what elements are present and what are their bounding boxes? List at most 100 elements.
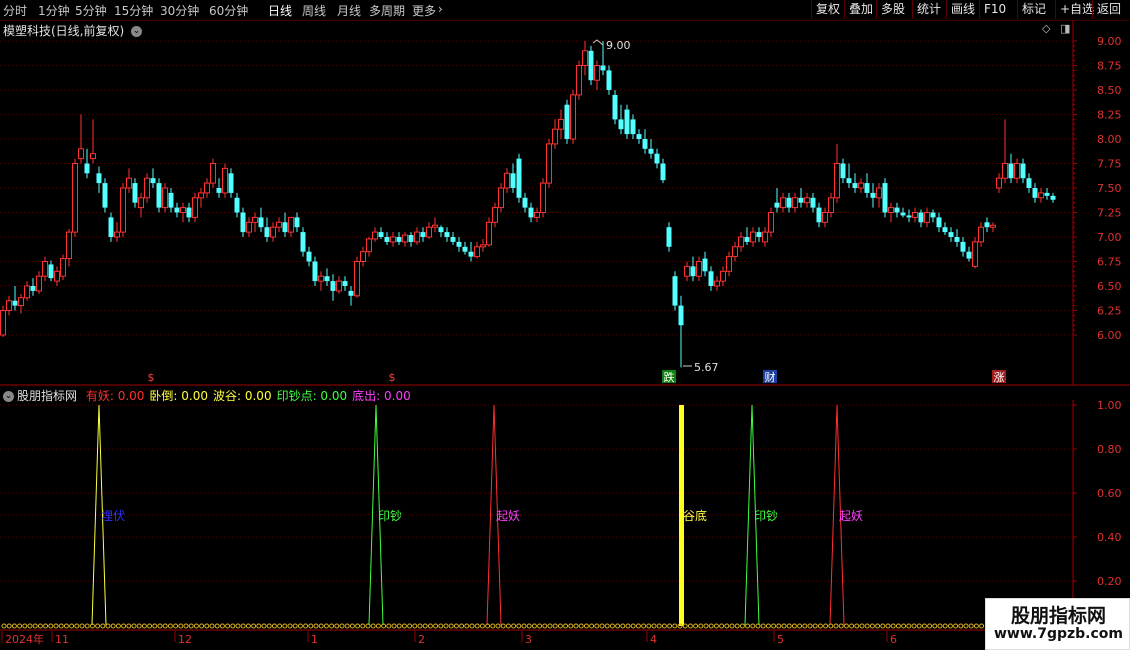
- main-tick-label-4: 8.00: [1097, 133, 1122, 146]
- baseline-dot: [381, 623, 387, 629]
- baseline-dot: [183, 623, 189, 629]
- candle-body-down: [528, 207, 534, 218]
- stock-title: 模塑科技(日线,前复权): [3, 24, 125, 38]
- baseline-dot: [781, 623, 787, 629]
- candle-body-up: [90, 153, 96, 160]
- baseline-dot: [277, 623, 283, 629]
- title-dropdown-icon[interactable]: ⌄: [131, 26, 143, 37]
- main-tick-label-9: 6.75: [1097, 256, 1122, 269]
- candle-body-up: [888, 207, 894, 214]
- candle-body-down: [420, 232, 426, 237]
- candle-body-up: [60, 258, 66, 277]
- baseline-dot: [807, 623, 813, 629]
- baseline-dot: [942, 623, 948, 629]
- panel-toggle-icon[interactable]: ◨: [1060, 22, 1070, 35]
- candle-body-up: [1038, 192, 1044, 199]
- baseline-dot: [459, 623, 465, 629]
- candle-body-up: [432, 224, 438, 228]
- baseline-dot: [521, 623, 527, 629]
- candle-body-up: [492, 207, 498, 223]
- candle-body-down: [840, 163, 846, 179]
- candle-body-down: [636, 134, 642, 139]
- baseline-dot: [968, 623, 974, 629]
- baseline-dot: [895, 623, 901, 629]
- diamond-icon[interactable]: ◇: [1042, 22, 1050, 35]
- candle-body-down: [786, 197, 792, 208]
- candle-body-down: [108, 217, 114, 237]
- ind-tick-label-0: 1.00: [1097, 399, 1122, 412]
- baseline-dot: [152, 623, 158, 629]
- main-tick-label-5: 7.75: [1097, 158, 1122, 171]
- watermark-title: 股朋指标网: [1010, 605, 1106, 627]
- candle-body-up: [474, 246, 480, 258]
- candle-body-down: [378, 232, 384, 237]
- candle-body-up: [276, 221, 282, 228]
- candle-body-down: [456, 241, 462, 247]
- candle-body-down: [846, 178, 852, 184]
- candle-body-up: [192, 197, 198, 218]
- chart-canvas[interactable]: 9.00 8.75 8.50 8.25 8.00 7.75 7.50 7.25 7.00 6.75…: [0, 0, 1130, 650]
- candle-body-up: [750, 231, 756, 243]
- baseline-dot: [126, 623, 132, 629]
- candle-body-down: [900, 212, 906, 216]
- candle-body-up: [354, 261, 360, 297]
- baseline-dot: [953, 623, 959, 629]
- candle-body-up: [828, 197, 834, 214]
- date-label-7: 5: [777, 633, 784, 646]
- baseline-dot: [235, 623, 241, 629]
- baseline-dot: [344, 623, 350, 629]
- baseline-dot: [724, 623, 730, 629]
- candle-body-up: [6, 300, 12, 312]
- candle-body-down: [960, 241, 966, 252]
- main-panel-title: 模塑科技(日线,前复权) ⌄: [3, 22, 143, 39]
- candle-body-down: [216, 188, 222, 193]
- ind-tick-label-4: 0.20: [1097, 575, 1122, 588]
- baseline-dot: [786, 623, 792, 629]
- baseline-dot: [531, 623, 537, 629]
- baseline-dot: [880, 623, 886, 629]
- baseline-dot: [271, 623, 277, 629]
- candle-body-up: [1014, 163, 1020, 179]
- baseline-dot: [563, 623, 569, 629]
- candle-body-up: [726, 256, 732, 272]
- baseline-dot: [230, 623, 236, 629]
- candle-body-up: [414, 231, 420, 243]
- candle-body-up: [480, 244, 486, 248]
- baseline-dot: [74, 623, 80, 629]
- baseline-dot: [594, 623, 600, 629]
- candle-body-up: [24, 285, 30, 299]
- candle-body-down: [660, 163, 666, 181]
- baseline-dot: [173, 623, 179, 629]
- candle-body-up: [768, 212, 774, 233]
- baseline-dot: [365, 623, 371, 629]
- baseline-dot: [256, 623, 262, 629]
- indicator-dropdown-icon[interactable]: ⌄: [3, 391, 14, 402]
- candle-body-up: [822, 212, 828, 223]
- baseline-dot: [646, 623, 652, 629]
- candle-body-up: [912, 212, 918, 218]
- candle-body-up: [210, 163, 216, 184]
- event-marker-3: 财: [765, 370, 776, 384]
- indicator-legend: 有妖: 0.00 卧倒: 0.00 波谷: 0.00 印钞点: 0.00 底出: 0.0…: [81, 389, 411, 403]
- candle-body-down: [624, 109, 630, 135]
- baseline-dot: [542, 623, 548, 629]
- candle-body-up: [996, 177, 1002, 189]
- baseline-dot: [505, 623, 511, 629]
- candle-body-up: [714, 280, 720, 287]
- candle-body-down: [462, 246, 468, 252]
- ind-tick-label-2: 0.60: [1097, 487, 1122, 500]
- baseline-dot: [100, 623, 106, 629]
- candle-body-up: [858, 182, 864, 189]
- baseline-dot: [625, 623, 631, 629]
- candle-body-up: [204, 182, 210, 194]
- baseline-dot: [927, 623, 933, 629]
- baseline-dot: [641, 623, 647, 629]
- candle-body-down: [30, 286, 36, 291]
- candle-body-down: [444, 232, 450, 237]
- candle-body-down: [396, 237, 402, 242]
- baseline-dot: [121, 623, 127, 629]
- baseline-dot: [615, 623, 621, 629]
- candle-body-up: [792, 197, 798, 209]
- baseline-dot: [765, 623, 771, 629]
- main-tick-label-8: 7.00: [1097, 231, 1122, 244]
